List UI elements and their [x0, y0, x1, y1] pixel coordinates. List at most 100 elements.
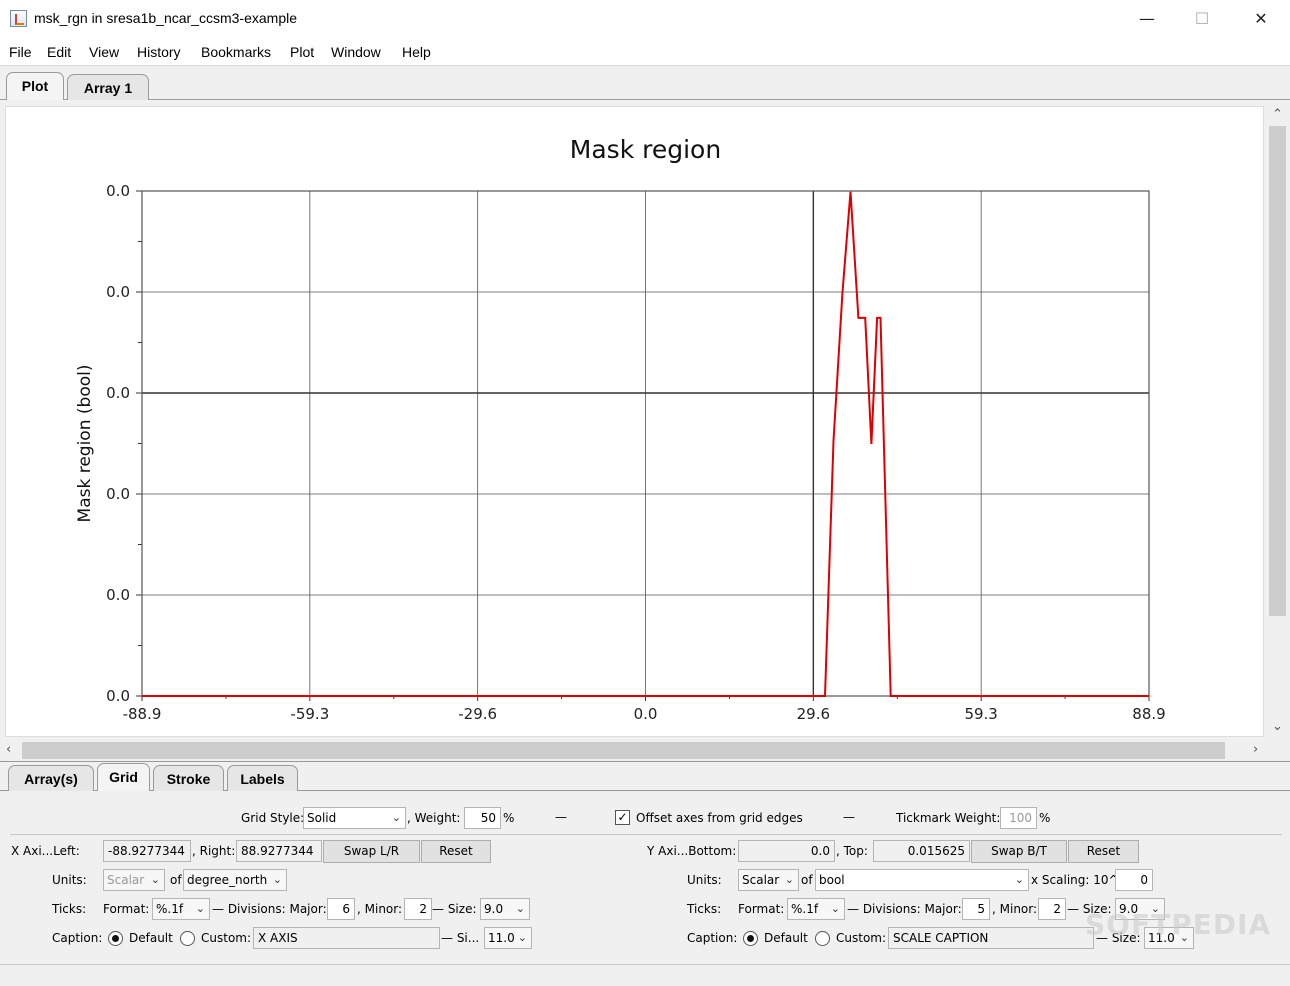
x-reset-button[interactable]: Reset: [421, 840, 491, 863]
menu-help[interactable]: Help: [402, 44, 431, 60]
x-caption-custom-radio[interactable]: [180, 931, 195, 946]
y-caption-custom-radio[interactable]: [815, 931, 830, 946]
y-scaling-field[interactable]: 0: [1115, 869, 1153, 891]
scroll-down-arrow-icon[interactable]: ⌄: [1272, 720, 1283, 734]
chevron-down-icon: ⌄: [1014, 873, 1024, 886]
x-caption-default-label: Default: [129, 931, 173, 945]
tab-plot[interactable]: Plot: [6, 72, 64, 100]
x-axis-right-label: , Right:: [192, 844, 236, 858]
horizontal-scroll-thumb[interactable]: [22, 742, 1225, 759]
tickmark-percent-label: %: [1039, 811, 1051, 825]
tab-array-1[interactable]: Array 1: [67, 74, 149, 100]
y-divisions-label: — Divisions: Major:: [847, 902, 962, 916]
tab-stroke[interactable]: Stroke: [153, 765, 224, 791]
chevron-down-icon: ⌄: [272, 873, 282, 886]
chevron-down-icon: ⌄: [830, 902, 840, 915]
maximize-button[interactable]: ☐: [1179, 4, 1225, 34]
x-caption-label: Caption:: [52, 931, 103, 945]
menu-file[interactable]: File: [9, 44, 32, 60]
close-button[interactable]: ✕: [1238, 4, 1284, 34]
y-of-label: of: [801, 873, 813, 887]
panel-separator: [10, 834, 1282, 835]
x-caption-field[interactable]: X AXIS: [253, 927, 440, 949]
menu-bookmarks[interactable]: Bookmarks: [201, 44, 271, 60]
scroll-right-arrow-icon[interactable]: ›: [1253, 743, 1258, 757]
grid-weight-field[interactable]: 50: [464, 807, 501, 829]
menu-plot[interactable]: Plot: [290, 44, 314, 60]
menu-history[interactable]: History: [137, 44, 181, 60]
x-format-select[interactable]: %.1f ⌄: [152, 898, 210, 920]
menu-view[interactable]: View: [89, 44, 119, 60]
y-format-value: %.1f: [791, 902, 819, 916]
y-axis-label: Mask region (bool): [75, 365, 95, 523]
scroll-left-arrow-icon[interactable]: ‹: [6, 743, 11, 757]
x-tick-label: -29.6: [458, 705, 497, 723]
y-tick-label: 0.0: [106, 586, 130, 604]
chevron-down-icon: ⌄: [150, 873, 160, 886]
plot-panel: Mask region Mask region (bool) -88.9 -59.3 -…: [5, 106, 1264, 737]
grid-style-select[interactable]: Solid ⌄: [303, 807, 406, 829]
y-axis-top-field[interactable]: 0.015625: [873, 840, 970, 862]
y-axis-bottom-field[interactable]: 0.0: [738, 840, 835, 862]
x-axis-left-label: X Axi...Left:: [11, 844, 80, 858]
offset-axes-checkbox[interactable]: ✓: [615, 810, 630, 825]
vertical-scroll-thumb[interactable]: [1269, 126, 1286, 616]
y-units-value: Scalar: [742, 873, 780, 887]
x-of-select[interactable]: degree_north ⌄: [183, 869, 287, 891]
x-caption-size-label: — Si...: [441, 931, 480, 945]
y-of-select[interactable]: bool ⌄: [815, 869, 1029, 891]
java-app-icon: [10, 10, 27, 27]
x-tick-label: 59.3: [964, 705, 997, 723]
chevron-down-icon: ⌄: [195, 902, 205, 915]
top-tab-divider: [0, 99, 1290, 100]
tickmark-weight-label: Tickmark Weight:: [896, 811, 1001, 825]
tab-labels[interactable]: Labels: [227, 765, 298, 791]
y-of-value: bool: [819, 873, 845, 887]
tickmark-weight-field[interactable]: 100: [1000, 807, 1037, 829]
y-caption-custom-label: Custom:: [836, 931, 887, 945]
x-caption-size-select[interactable]: 11.0 ⌄: [484, 927, 532, 949]
x-caption-custom-label: Custom:: [201, 931, 252, 945]
offset-axes-label: Offset axes from grid edges: [636, 811, 803, 825]
y-minor-field[interactable]: 2: [1038, 898, 1066, 920]
x-axis-right-field[interactable]: 88.9277344: [236, 840, 322, 862]
y-format-select[interactable]: %.1f ⌄: [787, 898, 845, 920]
y-major-field[interactable]: 5: [962, 898, 990, 920]
menu-window[interactable]: Window: [331, 44, 381, 60]
x-format-value: %.1f: [156, 902, 184, 916]
plot-vertical-scrollbar[interactable]: ⌃ ⌄: [1267, 106, 1288, 737]
y-format-label: Format:: [738, 902, 785, 916]
x-caption-size-value: 11.0: [488, 931, 515, 945]
x-size-label: — Size:: [432, 902, 477, 916]
y-tick-label: 0.0: [106, 687, 130, 705]
y-caption-field[interactable]: SCALE CAPTION: [888, 927, 1094, 949]
y-tick-label: 0.0: [106, 485, 130, 503]
swap-lr-button[interactable]: Swap L/R: [323, 840, 420, 863]
x-size-select[interactable]: 9.0 ⌄: [480, 898, 530, 920]
x-major-field[interactable]: 6: [327, 898, 355, 920]
minimize-button[interactable]: —: [1124, 4, 1170, 34]
y-ticks-label: Ticks:: [687, 902, 722, 916]
x-minor-field[interactable]: 2: [404, 898, 432, 920]
tab-arrays[interactable]: Array(s): [8, 765, 94, 791]
y-caption-default-radio[interactable]: [743, 931, 758, 946]
y-reset-button[interactable]: Reset: [1068, 840, 1139, 863]
swap-bt-button[interactable]: Swap B/T: [971, 840, 1067, 863]
x-axis-left-field[interactable]: -88.9277344: [103, 840, 191, 862]
separator-dash: —: [843, 810, 855, 824]
title-bar: msk_rgn in sresa1b_ncar_ccsm3-example — …: [0, 0, 1290, 38]
x-caption-default-radio[interactable]: [108, 931, 123, 946]
x-tick-label: 29.6: [797, 705, 830, 723]
x-of-value: degree_north: [187, 873, 268, 887]
y-axis-bottom-label: Y Axi...Bottom:: [647, 844, 737, 858]
chevron-down-icon: ⌄: [515, 902, 525, 915]
menu-edit[interactable]: Edit: [47, 44, 71, 60]
x-divisions-label: — Divisions: Major:: [212, 902, 327, 916]
x-units-select[interactable]: Scalar ⌄: [103, 869, 165, 891]
y-units-select[interactable]: Scalar ⌄: [738, 869, 799, 891]
grid-style-label: Grid Style:: [241, 811, 305, 825]
tab-grid[interactable]: Grid: [97, 763, 150, 791]
chevron-down-icon: ⌄: [784, 873, 794, 886]
scroll-up-arrow-icon[interactable]: ⌃: [1272, 108, 1283, 122]
plot-horizontal-scrollbar[interactable]: ‹ ›: [0, 740, 1267, 761]
